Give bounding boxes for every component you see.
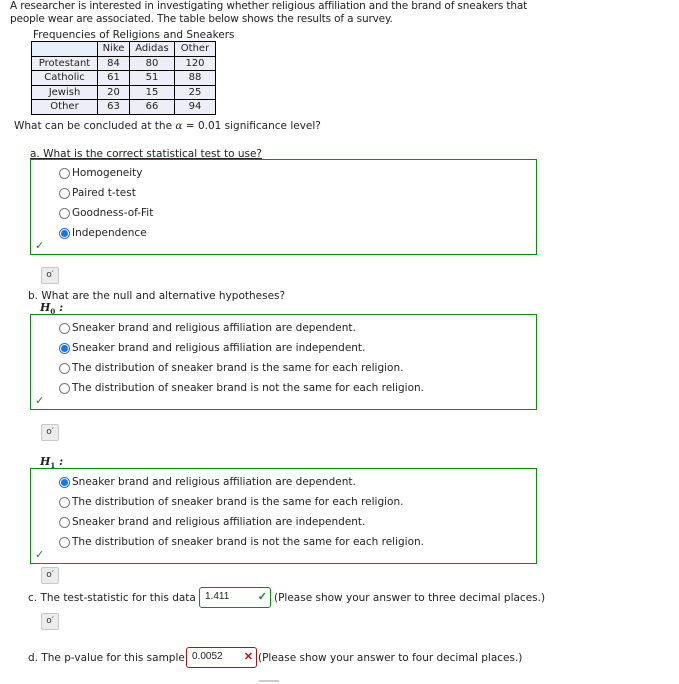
option-label: Homogeneity <box>72 167 143 179</box>
table-cell: 80 <box>129 55 175 71</box>
radio-button[interactable] <box>59 516 70 528</box>
option-label: Sneaker brand and religious affiliation … <box>72 322 356 334</box>
correct-check-icon: ✓ <box>35 394 45 407</box>
row-header: Protestant <box>31 55 98 71</box>
radio-button[interactable] <box>59 167 70 179</box>
option-label: Sneaker brand and religious affiliation … <box>72 476 356 488</box>
correct-check-icon: ✓ <box>35 548 45 561</box>
h1-letter: H <box>40 455 51 468</box>
option-paired-t-test[interactable]: Paired t-test <box>59 187 136 199</box>
h1-option[interactable]: Sneaker brand and religious affiliation … <box>59 516 365 528</box>
key-hint-button[interactable]: o′ <box>41 267 59 284</box>
key-icon: o′ <box>46 570 54 580</box>
radio-button-selected[interactable] <box>59 476 70 488</box>
table-row: Jewish 20 15 25 <box>31 84 216 100</box>
option-independence[interactable]: Independence <box>59 227 147 239</box>
question-prefix: What can be concluded at the <box>14 120 176 132</box>
option-label: Sneaker brand and religious affiliation … <box>72 516 366 528</box>
test-statistic-input[interactable]: 1.411 ✓ <box>199 587 271 608</box>
table-corner-cell <box>31 41 98 57</box>
p-value-input[interactable]: 0.0052 ✕ <box>186 647 257 668</box>
h0-option[interactable]: The distribution of sneaker brand is not… <box>59 382 424 394</box>
table-cell: 94 <box>174 99 216 115</box>
row-header: Catholic <box>31 70 98 86</box>
h1-colon: : <box>55 455 64 468</box>
key-hint-button-partial[interactable] <box>259 680 279 684</box>
radio-button[interactable] <box>59 536 70 548</box>
table-row: Other 63 66 94 <box>31 99 216 115</box>
radio-button[interactable] <box>59 362 70 374</box>
table-row: Protestant 84 80 120 <box>31 55 216 71</box>
frequency-table: Nike Adidas Other Protestant 84 80 120 C… <box>31 41 216 115</box>
table-cell: 61 <box>97 70 130 86</box>
table-cell: 63 <box>97 99 130 115</box>
radio-button-selected[interactable] <box>59 342 70 354</box>
table-cell: 66 <box>129 99 175 115</box>
part-b-prompt: b. What are the null and alternative hyp… <box>28 290 286 302</box>
h1-option[interactable]: Sneaker brand and religious affiliation … <box>59 476 356 488</box>
input-value: 1.411 <box>205 591 230 602</box>
radio-button[interactable] <box>59 207 70 219</box>
part-a-answer-box: Homogeneity Paired t-test Goodness-of-Fi… <box>30 159 537 255</box>
h0-colon: : <box>55 301 64 314</box>
key-icon: o′ <box>46 270 54 280</box>
significance-question: What can be concluded at the α = 0.01 si… <box>14 120 321 132</box>
option-label: Goodness-of-Fit <box>72 207 154 219</box>
option-label: The distribution of sneaker brand is not… <box>72 382 424 394</box>
table-cell: 84 <box>97 55 130 71</box>
table-cell: 51 <box>129 70 175 86</box>
h1-option[interactable]: The distribution of sneaker brand is not… <box>59 536 424 548</box>
key-hint-button[interactable]: o′ <box>41 613 59 630</box>
h0-letter: H <box>40 301 51 314</box>
incorrect-x-icon: ✕ <box>243 651 253 663</box>
h0-option[interactable]: Sneaker brand and religious affiliation … <box>59 322 356 334</box>
table-cell: 15 <box>129 84 175 100</box>
table-cell: 88 <box>174 70 216 86</box>
row-header: Other <box>31 99 98 115</box>
part-d-prompt: d. The p-value for this sample = <box>28 652 197 664</box>
radio-button[interactable] <box>59 187 70 199</box>
h0-option[interactable]: Sneaker brand and religious affiliation … <box>59 342 365 354</box>
h0-answer-box: Sneaker brand and religious affiliation … <box>30 314 537 410</box>
table-caption: Frequencies of Religions and Sneakers <box>33 29 235 41</box>
input-value: 0.0052 <box>192 651 223 662</box>
part-c-hint: (Please show your answer to three decima… <box>274 592 546 604</box>
h1-answer-box: Sneaker brand and religious affiliation … <box>30 468 537 564</box>
col-header: Other <box>174 41 216 57</box>
radio-button-selected[interactable] <box>59 227 70 239</box>
key-icon: o′ <box>46 427 54 437</box>
correct-check-icon: ✓ <box>35 239 45 252</box>
key-hint-button[interactable]: o′ <box>41 424 59 441</box>
table-cell: 120 <box>174 55 216 71</box>
key-icon: o′ <box>46 616 54 626</box>
table-header-row: Nike Adidas Other <box>31 41 216 57</box>
option-label: Independence <box>72 227 147 239</box>
radio-button[interactable] <box>59 322 70 334</box>
radio-button[interactable] <box>59 496 70 508</box>
part-c-prompt: c. The test-statistic for this data = <box>28 592 208 604</box>
table-row: Catholic 61 51 88 <box>31 70 216 86</box>
row-header: Jewish <box>31 84 98 100</box>
option-label: The distribution of sneaker brand is the… <box>72 362 404 374</box>
option-label: Sneaker brand and religious affiliation … <box>72 342 366 354</box>
table-cell: 20 <box>97 84 130 100</box>
col-header: Adidas <box>129 41 175 57</box>
option-goodness-of-fit[interactable]: Goodness-of-Fit <box>59 207 153 219</box>
question-suffix: = 0.01 significance level? <box>182 120 321 132</box>
radio-button[interactable] <box>59 382 70 394</box>
col-header: Nike <box>97 41 130 57</box>
table-cell: 25 <box>174 84 216 100</box>
key-hint-button[interactable]: o′ <box>41 567 59 584</box>
option-label: Paired t-test <box>72 187 136 199</box>
problem-intro: A researcher is interested in investigat… <box>10 0 528 25</box>
correct-check-icon: ✓ <box>257 591 267 603</box>
option-label: The distribution of sneaker brand is not… <box>72 536 424 548</box>
part-d-hint: (Please show your answer to four decimal… <box>258 652 523 664</box>
h0-option[interactable]: The distribution of sneaker brand is the… <box>59 362 403 374</box>
h1-option[interactable]: The distribution of sneaker brand is the… <box>59 496 403 508</box>
option-homogeneity[interactable]: Homogeneity <box>59 167 142 179</box>
option-label: The distribution of sneaker brand is the… <box>72 496 404 508</box>
